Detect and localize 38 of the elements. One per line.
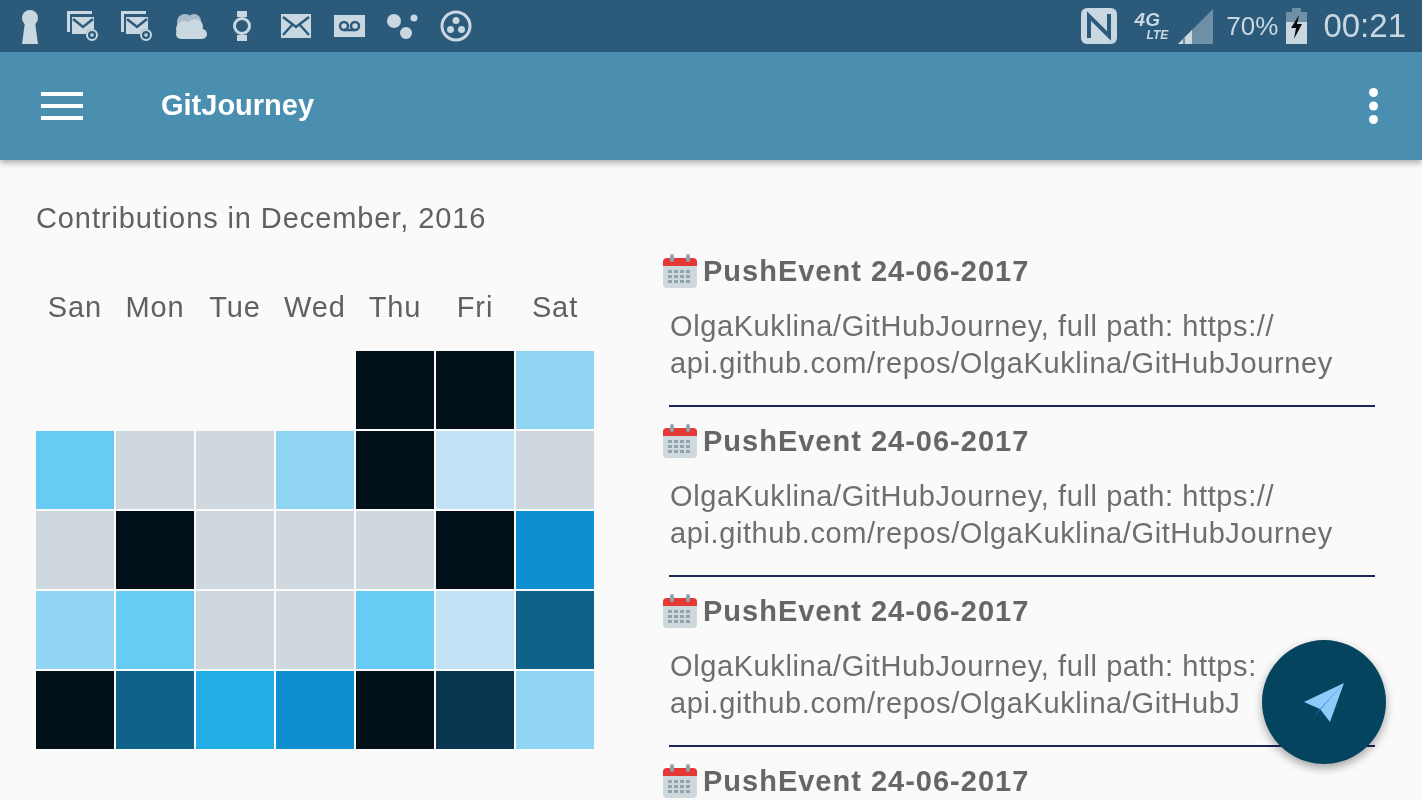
paper-plane-icon xyxy=(1304,682,1344,722)
weekday-label: Tue xyxy=(209,290,261,324)
circle-dots-icon xyxy=(440,10,472,42)
event-description: OlgaKuklina/GitHubJourney, full path: https: api.github.com/repos/OlgaKuklina/GitHubJ xyxy=(670,649,1257,721)
calendar-icon xyxy=(662,763,698,799)
dots-icon xyxy=(387,12,418,40)
battery-percentage: 70% xyxy=(1226,9,1279,43)
weekday-label: Sat xyxy=(531,290,579,324)
clock-time: 00:21 xyxy=(1323,6,1406,47)
weekday-label: Fri xyxy=(456,290,494,324)
send-button[interactable] xyxy=(1262,640,1386,764)
watch-icon xyxy=(233,11,251,41)
event-title: PushEvent 24-06-2017 xyxy=(703,594,1030,628)
contributions-title: Contributions in December, 2016 xyxy=(36,201,487,235)
weekday-label: Wed xyxy=(284,290,346,324)
hamburger-menu-icon xyxy=(41,92,83,120)
app-title: GitJourney xyxy=(161,88,315,124)
weekday-label: Mon xyxy=(125,290,185,324)
weekday-label: Thu xyxy=(368,290,422,324)
event-title: PushEvent 24-06-2017 xyxy=(703,424,1030,458)
event-title: PushEvent 24-06-2017 xyxy=(703,764,1030,798)
calendar-icon xyxy=(662,593,698,629)
weekday-label: San xyxy=(47,290,103,324)
event-description: OlgaKuklina/GitHubJourney, full path: https:// api.github.com/repos/OlgaKuklina/GitHubJourney xyxy=(670,309,1333,381)
mail-at-icon xyxy=(120,10,154,42)
event-title: PushEvent 24-06-2017 xyxy=(703,254,1030,288)
mail-at-icon xyxy=(66,10,100,42)
signal-icon xyxy=(1178,8,1214,44)
envelope-icon xyxy=(281,14,311,38)
nfc-icon xyxy=(1080,8,1117,44)
more-options-icon xyxy=(1368,88,1378,124)
calendar-icon xyxy=(662,253,698,289)
calendar-icon xyxy=(662,423,698,459)
keyhole-icon xyxy=(20,8,40,44)
event-description: OlgaKuklina/GitHubJourney, full path: https:// api.github.com/repos/OlgaKuklina/GitHubJourney xyxy=(670,479,1333,551)
network-type-label: LTE xyxy=(1146,29,1169,41)
voicemail-icon xyxy=(334,15,365,37)
network-generation-label: 4G xyxy=(1134,11,1160,29)
